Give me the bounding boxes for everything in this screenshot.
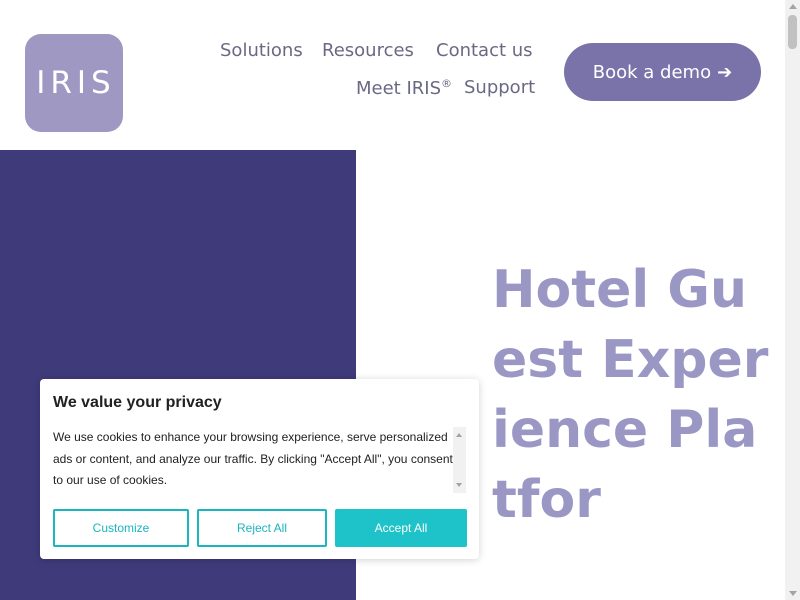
- page-scrollbar[interactable]: [785, 0, 800, 600]
- reject-all-button[interactable]: Reject All: [197, 509, 327, 547]
- cookie-title: We value your privacy: [53, 394, 222, 411]
- customize-button[interactable]: Customize: [53, 509, 189, 547]
- scroll-down-icon[interactable]: [456, 483, 462, 487]
- scroll-down-icon[interactable]: [789, 591, 797, 596]
- page: IRIS Solutions Resources Contact us Meet…: [0, 0, 785, 600]
- scroll-up-icon[interactable]: [456, 433, 462, 437]
- logo-text: IRIS: [36, 65, 116, 101]
- arrow-right-icon: ➔: [717, 61, 733, 83]
- iris-logo[interactable]: IRIS: [25, 34, 123, 132]
- nav-support[interactable]: Support: [464, 77, 535, 98]
- nav-contact-us[interactable]: Contact us: [436, 40, 533, 61]
- registered-mark: ®: [441, 77, 453, 90]
- book-demo-label: Book a demo: [592, 61, 712, 83]
- scrollbar-thumb[interactable]: [788, 15, 797, 49]
- nav-meet-iris[interactable]: Meet IRIS®: [356, 77, 452, 99]
- nav-solutions[interactable]: Solutions: [220, 40, 303, 61]
- nav-resources[interactable]: Resources: [322, 40, 414, 61]
- nav-meet-label: Meet IRIS: [356, 78, 442, 99]
- cookie-consent-banner: We value your privacy We use cookies to …: [40, 379, 479, 559]
- cookie-text-scrollbar[interactable]: [453, 427, 466, 493]
- hero-title: Hotel Guest Experience Platfor: [492, 260, 769, 530]
- cookie-description: We use cookies to enhance your browsing …: [53, 430, 453, 487]
- scroll-up-icon[interactable]: [789, 4, 797, 9]
- accept-all-button[interactable]: Accept All: [335, 509, 467, 547]
- book-demo-button[interactable]: Book a demo ➔: [564, 43, 761, 101]
